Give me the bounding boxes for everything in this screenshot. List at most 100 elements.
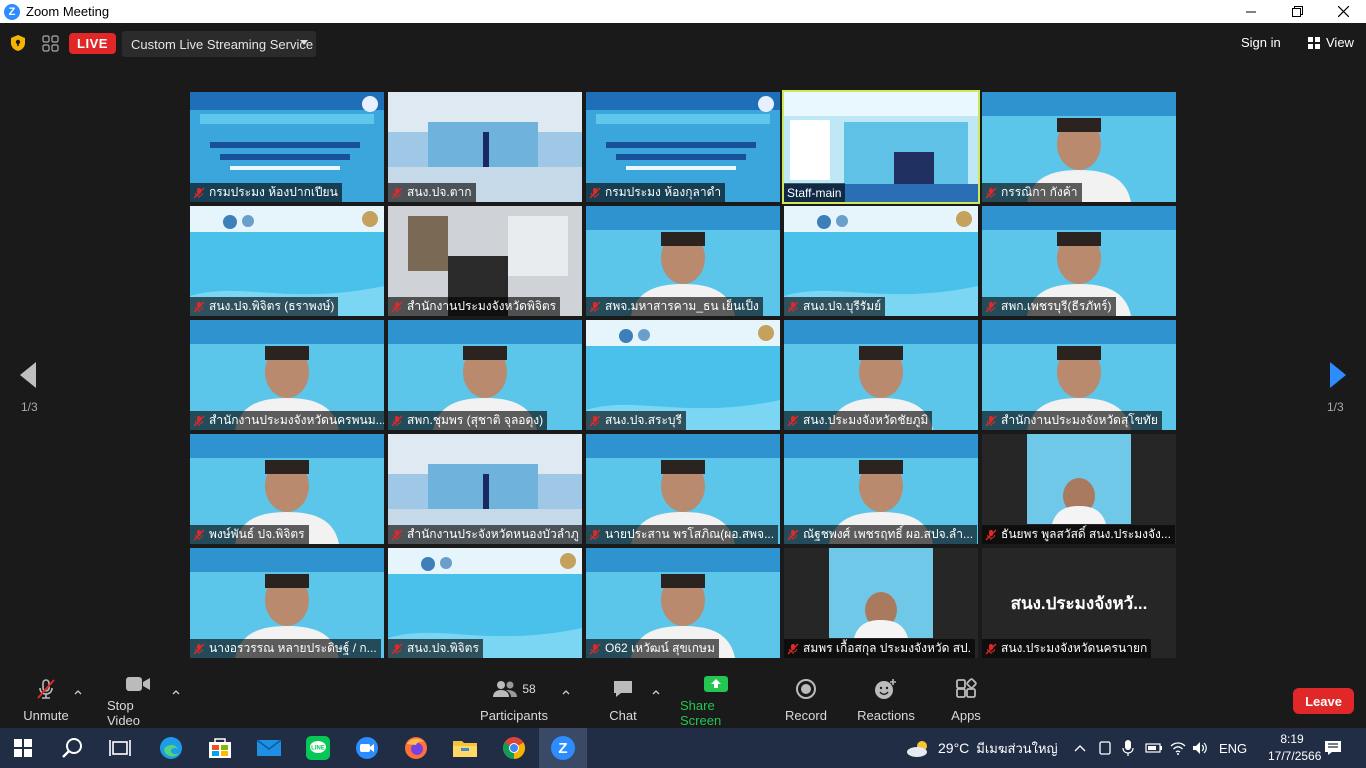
edge-taskbar-icon[interactable] [157, 734, 185, 762]
participant-name-label: สมพร เกื้อสกุล ประมงจังหวัด สป. [784, 639, 975, 658]
participant-tile[interactable]: สนง.ปจ.พิจิตร [388, 548, 582, 658]
unmute-button[interactable]: Unmute [22, 672, 70, 728]
participant-tile[interactable]: ณัฐชพงศ์ เพชรฤทธิ์ ผอ.สปจ.ลำ... [784, 434, 978, 544]
task-view-button[interactable] [106, 734, 134, 762]
participant-tile[interactable]: สมพร เกื้อสกุล ประมงจังหวัด สป. [784, 548, 978, 658]
previous-page-arrow-icon[interactable] [18, 360, 38, 390]
muted-mic-icon [985, 301, 997, 312]
participant-tile[interactable]: Staff-main [782, 90, 980, 204]
firefox-taskbar-icon[interactable] [402, 734, 430, 762]
muted-mic-icon [193, 415, 205, 426]
notification-center-button[interactable] [1324, 728, 1342, 768]
muted-mic-icon [391, 415, 403, 426]
participant-tile[interactable]: พงษ์พันธ์ ปจ.พิจิตร [190, 434, 384, 544]
chevron-up-icon[interactable] [74, 688, 82, 696]
security-shield-icon[interactable] [11, 35, 25, 51]
zoom-logo-icon: Z [551, 736, 575, 760]
participant-tile[interactable]: สนง.ปจ.ตาก [388, 92, 582, 202]
microphone-icon [1122, 740, 1134, 756]
view-label: View [1326, 35, 1354, 50]
participant-name-label: กรมประมง ห้องปากเปียน [190, 183, 342, 202]
clock-date: 17/7/2566 [1268, 749, 1322, 763]
share-screen-button[interactable]: Share Screen [680, 672, 752, 728]
participant-count: 58 [522, 682, 536, 696]
participant-name: สนง.ปจ.สระบุรี [605, 413, 682, 427]
page-indicator-left: 1/3 [21, 400, 38, 414]
participant-tile[interactable]: สนง.ประมงจังหวั... สนง.ประมงจังหวัดนครนาย… [982, 548, 1176, 658]
participant-name-label: สพก.ชุมพร (สุชาติ จุลอดุง) [388, 411, 548, 430]
participant-tile[interactable]: สนง.ปจ.บุรีรัมย์ [784, 206, 978, 316]
chevron-up-icon [1074, 745, 1086, 752]
participant-tile[interactable]: ธันยพร พูลสวัสดิ์ สนง.ประมงจัง... [982, 434, 1176, 544]
participant-tile[interactable]: กรมประมง ห้องกุลาดำ [586, 92, 780, 202]
chat-button[interactable]: Chat [605, 672, 641, 728]
store-taskbar-icon[interactable] [206, 734, 234, 762]
chevron-up-icon[interactable] [562, 688, 570, 696]
participant-name-label: สพจ.มหาสารคาม_ธน เย็นเป็ง [586, 297, 763, 316]
participant-tile[interactable]: สำนักงานประมงจังหวัดสุโขทัย [982, 320, 1176, 430]
show-hidden-icons-button[interactable] [1074, 728, 1086, 768]
taskbar-clock[interactable]: 8:19 17/7/2566 [1268, 731, 1322, 765]
record-button[interactable]: Record [784, 672, 828, 728]
participant-name-label: สำนักงานประมงจังหวัดสุโขทัย [982, 411, 1162, 430]
reactions-button[interactable]: Reactions [857, 672, 915, 728]
zoom-client-taskbar-icon[interactable] [353, 734, 381, 762]
minimize-button[interactable] [1228, 0, 1274, 23]
participant-name: สพจ.มหาสารคาม_ธน เย็นเป็ง [605, 299, 759, 313]
participant-name-label: สนง.ปจ.สระบุรี [586, 411, 686, 430]
participant-tile[interactable]: สนง.ประมงจังหวัดชัยภูมิ [784, 320, 978, 430]
tray-wifi-icon[interactable] [1170, 728, 1186, 768]
participant-tile[interactable]: สพก.เพชรบุรี(ธีรภัทร์) [982, 206, 1176, 316]
participant-tile[interactable]: กรมประมง ห้องปากเปียน [190, 92, 384, 202]
zoom-meeting-taskbar-icon[interactable]: Z [539, 728, 587, 768]
participant-name: ณัฐชพงศ์ เพชรฤทธิ์ ผอ.สปจ.ลำ... [803, 527, 974, 541]
tray-battery-icon[interactable] [1145, 728, 1163, 768]
zoom-logo-icon: Z [4, 3, 20, 20]
participant-tile[interactable]: สพจ.มหาสารคาม_ธน เย็นเป็ง [586, 206, 780, 316]
mail-taskbar-icon[interactable] [255, 734, 283, 762]
stop-video-button[interactable]: Stop Video [107, 672, 169, 728]
participant-tile[interactable]: O62 เหวัฒน์ สุขเกษม [586, 548, 780, 658]
gallery-grid-icon[interactable] [42, 35, 59, 52]
tray-device-icon[interactable] [1099, 728, 1111, 768]
windows-start-button[interactable] [9, 734, 37, 762]
chevron-up-icon[interactable] [652, 688, 660, 696]
search-button[interactable] [58, 734, 86, 762]
record-icon [796, 679, 816, 699]
tray-microphone-icon[interactable] [1122, 728, 1134, 768]
participant-tile[interactable]: สนง.ปจ.พิจิตร (ธราพงษ์) [190, 206, 384, 316]
line-app-icon: LINE [306, 736, 330, 760]
live-streaming-dropdown[interactable]: Custom Live Streaming Service [122, 31, 316, 57]
participant-name-label: กรมประมง ห้องกุลาดำ [586, 183, 726, 202]
view-button[interactable]: View [1308, 35, 1354, 50]
apps-button[interactable]: Apps [948, 672, 984, 728]
participant-name-label: สนง.ปจ.พิจิตร [388, 639, 483, 658]
next-page-arrow-icon[interactable] [1328, 360, 1348, 390]
store-icon [209, 738, 231, 758]
file-explorer-taskbar-icon[interactable] [451, 734, 479, 762]
chevron-up-icon[interactable] [172, 688, 180, 696]
sign-in-link[interactable]: Sign in [1241, 35, 1281, 50]
muted-mic-icon [589, 187, 601, 198]
input-language-indicator[interactable]: ENG [1219, 728, 1247, 768]
line-taskbar-icon[interactable]: LINE [304, 734, 332, 762]
participants-button[interactable]: 58 Participants [480, 672, 548, 728]
participant-tile[interactable]: สนง.ปจ.สระบุรี [586, 320, 780, 430]
leave-button[interactable]: Leave [1293, 688, 1354, 714]
participant-tile[interactable]: สำนักงานประจังหวัดหนองบัวลำภู [388, 434, 582, 544]
tray-volume-icon[interactable] [1192, 728, 1208, 768]
participant-tile[interactable]: กรรณิกา กังค้า [982, 92, 1176, 202]
participant-tile[interactable]: สพก.ชุมพร (สุชาติ จุลอดุง) [388, 320, 582, 430]
participant-name: สมพร เกื้อสกุล ประมงจังหวัด สป. [803, 641, 971, 655]
chat-bubble-icon [614, 681, 632, 697]
chrome-taskbar-icon[interactable] [500, 734, 528, 762]
participant-tile[interactable]: นางอรวรรณ หลายประดิษฐ์ / ก... [190, 548, 384, 658]
participant-name-label: สำนักงานประจังหวัดหนองบัวลำภู [388, 525, 582, 544]
weather-description: มีเมฆส่วนใหญ่ [976, 740, 1058, 756]
restore-button[interactable] [1274, 0, 1320, 23]
participant-tile[interactable]: สำนักงานประมงจังหวัดนครพนม... [190, 320, 384, 430]
participant-tile[interactable]: สำนักงานประมงจังหวัดพิจิตร [388, 206, 582, 316]
participant-tile[interactable]: นายประสาน พรโสภิณ(ผอ.สพจ... [586, 434, 780, 544]
close-window-button[interactable] [1320, 0, 1366, 23]
weather-widget[interactable]: 29°C มีเมฆส่วนใหญ่ [906, 728, 1058, 768]
